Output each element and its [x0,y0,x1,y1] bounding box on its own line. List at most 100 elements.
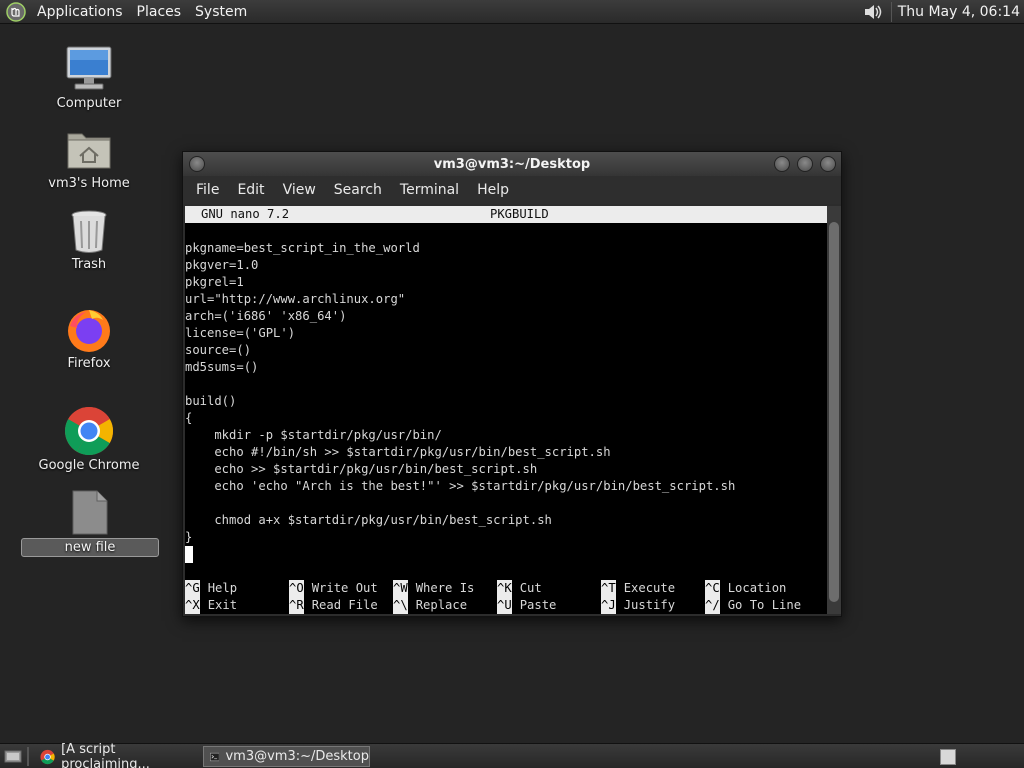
close-button[interactable] [820,156,836,172]
code-line: mkdir -p $startdir/pkg/usr/bin/ [185,428,442,442]
shortcut-label: Where Is [415,581,475,595]
desktop-icon-home[interactable]: vm3's Home [34,126,144,191]
code-line: echo 'echo "Arch is the best!"' >> $star… [185,479,736,493]
code-line: build() [185,394,237,408]
places-menu[interactable]: Places [130,4,189,20]
shortcut-label: Paste [519,598,557,612]
terminal-scrollbar[interactable] [827,206,841,614]
applications-menu[interactable]: Applications [30,4,130,20]
desktop-icon-chrome[interactable]: Google Chrome [34,406,144,473]
shortcut-key: ^\ [393,597,408,614]
code-line: echo #!/bin/sh >> $startdir/pkg/usr/bin/… [185,445,611,459]
code-line: md5sums=() [185,360,259,374]
shortcut-label: Execute [623,581,676,595]
shortcut-where-is: ^W Where Is [393,580,474,597]
shortcut-label: Write Out [311,581,378,595]
mint-logo-icon[interactable] [6,1,26,22]
shortcut-key: ^K [497,580,512,597]
code-line: chmod a+x $startdir/pkg/usr/bin/best_scr… [185,513,552,527]
computer-icon [66,46,112,90]
menu-edit[interactable]: Edit [228,182,273,198]
menu-file[interactable]: File [187,182,228,198]
shortcut-key: ^J [601,597,616,614]
task-chrome[interactable]: [A script proclaiming... [34,742,200,768]
volume-icon[interactable] [863,2,883,22]
shortcut-location: ^C Location [705,580,786,597]
desktop-icon-label: new file [21,538,159,557]
shortcut-read-file: ^R Read File [289,597,378,614]
nano-header: GNU nano 7.2 PKGBUILD [185,206,827,223]
code-line: pkgrel=1 [185,275,244,289]
shortcut-label: Location [727,581,787,595]
panel-tray: Thu May 4, 06:14 [863,0,1020,24]
firefox-icon [68,310,110,352]
code-line: source=() [185,343,252,357]
shortcut-label: Go To Line [727,598,802,612]
task-label: vm3@vm3:~/Desktop [225,749,369,764]
window-title: vm3@vm3:~/Desktop [433,156,591,172]
chrome-icon [40,749,55,764]
panel-separator [890,2,892,22]
terminal-area[interactable]: GNU nano 7.2 PKGBUILD pkgname=best_scrip… [185,206,827,614]
trash-icon [71,210,107,253]
shortcut-key: ^T [601,580,616,597]
shortcut-write-out: ^O Write Out [289,580,378,597]
scrollbar-thumb[interactable] [829,222,839,602]
nano-filename: PKGBUILD [490,207,549,221]
window-menubar: File Edit View Search Terminal Help [183,176,841,204]
code-line: pkgver=1.0 [185,258,259,272]
code-line: } [185,530,193,544]
menu-view[interactable]: View [274,182,325,198]
shortcut-label: Help [207,581,238,595]
shortcut-key: ^W [393,580,408,597]
shortcut-replace: ^\ Replace [393,597,467,614]
desktop-icon-label: Computer [56,96,122,111]
terminal-icon [210,752,220,761]
desktop-icon-label: Google Chrome [38,458,140,473]
shortcut-cut: ^K Cut [497,580,542,597]
menu-search[interactable]: Search [325,182,391,198]
code-line: arch=('i686' 'x86_64') [185,309,347,323]
desktop-icon-trash[interactable]: Trash [34,207,144,272]
shortcut-label: Justify [623,598,676,612]
shortcut-label: Cut [519,581,542,595]
desktop-icon-firefox[interactable]: Firefox [34,306,144,371]
home-folder-icon [67,133,111,169]
workspace-switcher[interactable] [940,749,956,765]
code-line: { [185,411,193,425]
desktop-icon-label: Firefox [67,356,111,371]
code-line: license=('GPL') [185,326,296,340]
shortcut-help: ^G Help [185,580,237,597]
show-desktop-icon[interactable] [4,748,22,764]
shortcut-paste: ^U Paste [497,597,556,614]
system-menu[interactable]: System [188,4,254,20]
terminal-window: vm3@vm3:~/Desktop File Edit View Search … [182,151,842,617]
shortcut-key: ^C [705,580,720,597]
window-titlebar[interactable]: vm3@vm3:~/Desktop [183,152,841,176]
menu-terminal[interactable]: Terminal [391,182,468,198]
shortcut-key: ^G [185,580,200,597]
shortcut-key: ^/ [705,597,720,614]
maximize-button[interactable] [797,156,813,172]
desktop-icon-computer[interactable]: Computer [34,44,144,111]
window-menu-button[interactable] [189,156,205,172]
shortcut-label: Read File [311,598,378,612]
menu-help[interactable]: Help [468,182,518,198]
shortcut-go-to-line: ^/ Go To Line [705,597,801,614]
shortcut-exit: ^X Exit [185,597,237,614]
code-line: echo >> $startdir/pkg/usr/bin/best_scrip… [185,462,538,476]
minimize-button[interactable] [774,156,790,172]
chrome-icon [64,407,114,456]
desktop-icon-label: Trash [71,257,107,272]
shortcut-label: Replace [415,598,468,612]
task-terminal[interactable]: vm3@vm3:~/Desktop [203,746,370,767]
file-icon [72,490,108,535]
code-line: url="http://www.archlinux.org" [185,292,406,306]
panel-divider [27,747,29,766]
clock[interactable]: Thu May 4, 06:14 [898,4,1020,20]
bottom-panel: [A script proclaiming... vm3@vm3:~/Deskt… [0,742,1024,768]
desktop-icon-label: vm3's Home [48,176,130,191]
shortcut-key: ^R [289,597,304,614]
desktop-icon-new-file[interactable]: new file [20,488,160,557]
code-line: pkgname=best_script_in_the_world [185,241,420,255]
